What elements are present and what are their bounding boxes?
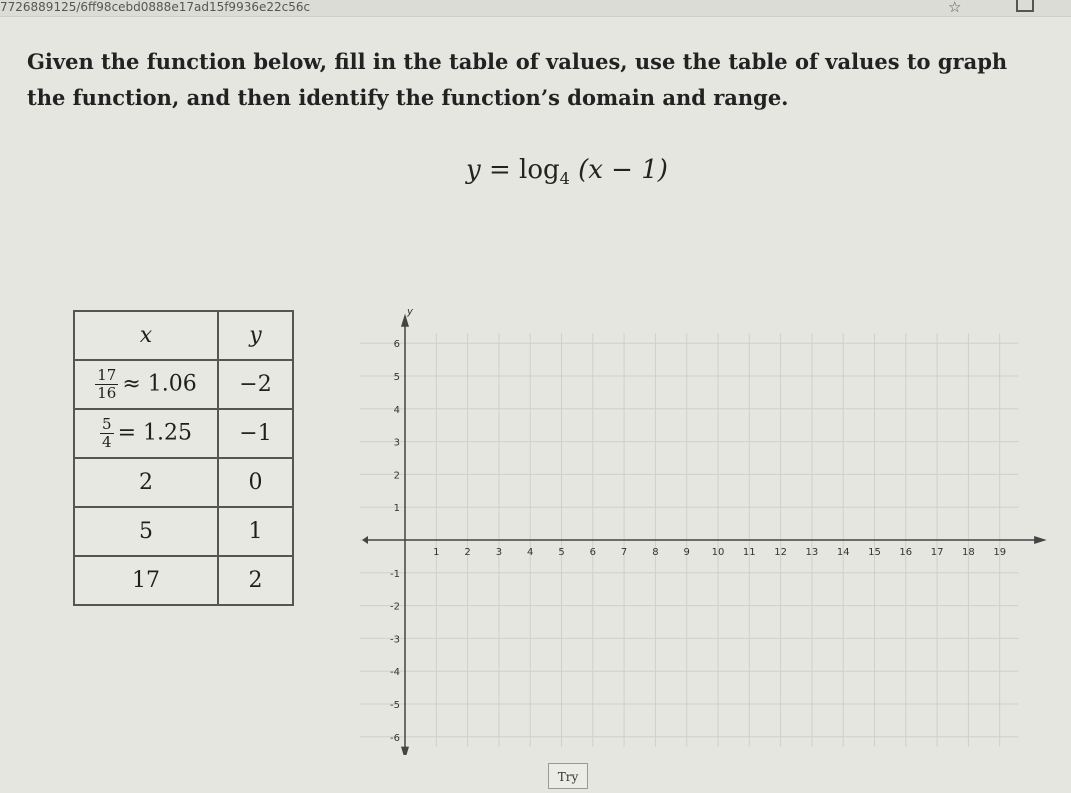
- x-tick-label: 19: [993, 547, 1006, 558]
- x-tick-label: 11: [743, 547, 756, 558]
- y-tick-label: -4: [390, 667, 400, 678]
- fraction-denominator: 16: [97, 384, 117, 402]
- table-row: 17 2: [73, 555, 294, 606]
- x-tick-label: 9: [684, 547, 690, 558]
- x-tick-label: 12: [774, 547, 787, 558]
- x-tick-label: 2: [464, 547, 470, 558]
- y-tick-label: 5: [394, 372, 400, 383]
- x-tick-label: 6: [590, 547, 596, 558]
- fraction-numerator: 17: [95, 366, 119, 385]
- x-tick-label: 14: [837, 547, 850, 558]
- y-axis-arrow-down-icon: [401, 746, 409, 755]
- header-x: x: [73, 310, 219, 361]
- cell-x[interactable]: 17: [73, 555, 219, 606]
- table-row: 17 16 ≈ 1.06 −2: [73, 359, 294, 410]
- y-tick-label: -6: [390, 733, 400, 744]
- x-axis-arrow-left-icon: [362, 536, 368, 544]
- table-row: 2 0: [73, 457, 294, 508]
- y-tick-label: -5: [390, 700, 400, 711]
- header-y: y: [217, 310, 294, 361]
- x-tick-label: 8: [652, 547, 658, 558]
- table-header-row: x y: [73, 310, 294, 361]
- question-text: Given the function below, fill in the ta…: [27, 49, 1008, 110]
- x-tick-label: 3: [496, 547, 502, 558]
- function-equation: y = log4 (x − 1): [466, 155, 668, 188]
- equation-equals: =: [488, 155, 511, 185]
- fraction-denominator: 4: [102, 433, 112, 451]
- x-tick-label: 16: [899, 547, 912, 558]
- y-tick-label: -3: [390, 634, 400, 645]
- y-tick-label: -2: [390, 602, 400, 613]
- y-tick-label: 4: [394, 405, 400, 416]
- x-tick-label: 13: [806, 547, 819, 558]
- fraction-numerator: 5: [100, 415, 114, 434]
- y-tick-label: 3: [394, 438, 400, 449]
- equation-func: log: [519, 155, 560, 185]
- browser-url-bar[interactable]: 7726889125/6ff98cebd0888e17ad15f9936e22c…: [0, 0, 1071, 17]
- x-tick-label: 18: [962, 547, 975, 558]
- equation-base: 4: [559, 169, 570, 189]
- fraction: 17 16: [95, 366, 119, 402]
- cell-y[interactable]: 1: [217, 506, 294, 557]
- y-axis-label: y: [406, 306, 414, 317]
- x-tick-label: 5: [558, 547, 564, 558]
- axes: [362, 313, 1047, 755]
- cell-y: −2: [217, 359, 294, 410]
- y-tick-label: 1: [394, 503, 400, 514]
- x-value: = 1.25: [117, 420, 192, 446]
- bookmark-icon[interactable]: [1016, 0, 1034, 12]
- equation-arg: (x − 1): [578, 155, 668, 185]
- x-value: ≈ 1.06: [122, 371, 197, 397]
- table-row: 5 1: [73, 506, 294, 557]
- cell-y[interactable]: 0: [217, 457, 294, 508]
- try-button[interactable]: Try: [548, 763, 588, 789]
- y-tick-label: 2: [394, 470, 400, 481]
- table-of-values: x y 17 16 ≈ 1.06 −2 5 4 = 1.25 −1 2 0 5 1 17…: [73, 310, 294, 606]
- cell-y: −1: [217, 408, 294, 459]
- url-text: 7726889125/6ff98cebd0888e17ad15f9936e22c…: [0, 0, 311, 14]
- fraction: 54: [100, 416, 114, 451]
- x-tick-label: 7: [621, 547, 627, 558]
- axis-tick-labels: y1 2 3 4 5 6 7 8 9 10 11 12 13 14 15 16 17 18 19123456-1-2…: [390, 306, 1006, 743]
- star-icon[interactable]: ☆: [948, 0, 961, 16]
- coordinate-graph[interactable]: y1 2 3 4 5 6 7 8 9 10 11 12 13 14 15 16 17 18 19123456-1-2…: [360, 300, 1060, 755]
- table-row: 5 4 = 1.25 −1: [73, 408, 294, 459]
- x-tick-label: 4: [527, 547, 533, 558]
- cell-y[interactable]: 2: [217, 555, 294, 606]
- x-tick-label: 10: [712, 547, 725, 558]
- x-axis-arrow-icon: [1034, 536, 1047, 544]
- cell-x: 5 4 = 1.25: [73, 408, 219, 459]
- cell-x[interactable]: 2: [73, 457, 219, 508]
- equation-lhs: y: [466, 155, 481, 185]
- y-tick-label: -1: [390, 569, 400, 580]
- x-tick-label: 17: [931, 547, 944, 558]
- x-tick-label: 1: [433, 547, 439, 558]
- cell-x: 17 16 ≈ 1.06: [73, 359, 219, 410]
- x-tick-label: 15: [868, 547, 881, 558]
- cell-x[interactable]: 5: [73, 506, 219, 557]
- y-tick-label: 6: [394, 339, 400, 350]
